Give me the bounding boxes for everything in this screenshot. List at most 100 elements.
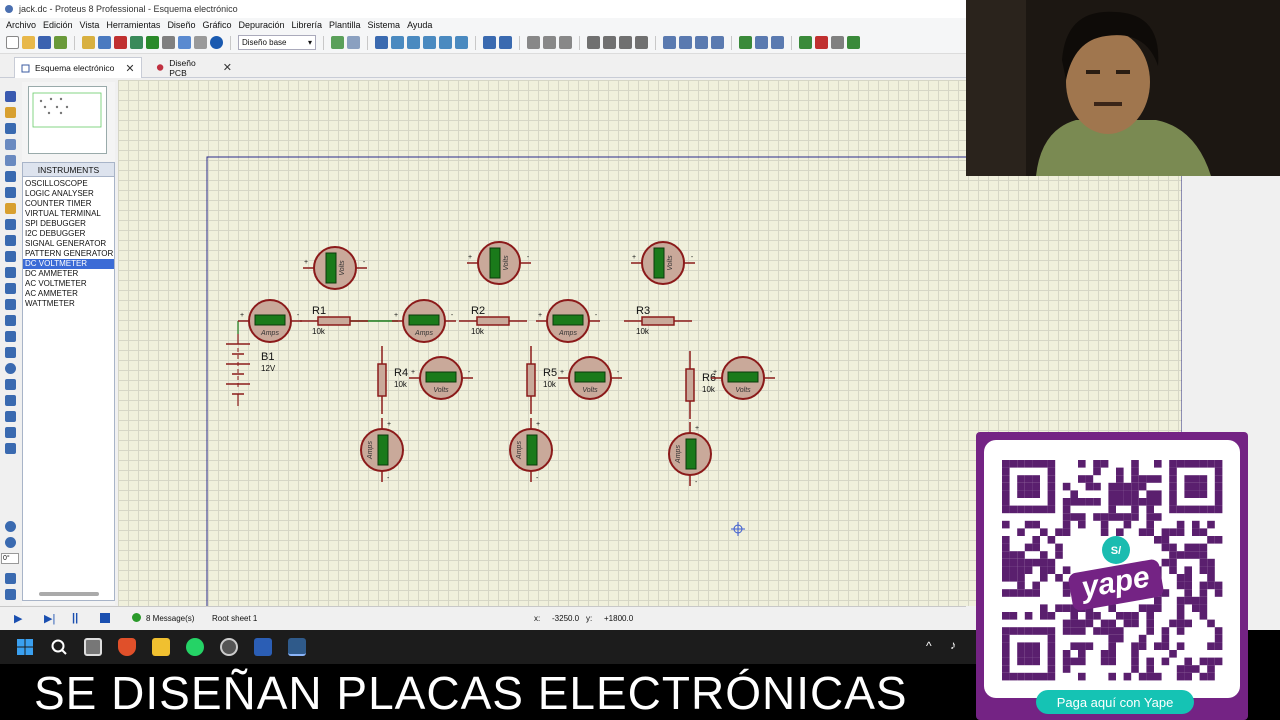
menu-diseno[interactable]: Diseño — [165, 20, 200, 30]
netlist-icon[interactable] — [831, 36, 844, 49]
voltage-probe-icon[interactable] — [5, 283, 16, 294]
instrument-wattmeter[interactable]: WATTMETER — [23, 299, 114, 309]
rotate-clockwise-icon[interactable] — [5, 521, 16, 532]
component-mode-icon[interactable] — [5, 107, 16, 118]
schematic-icon[interactable] — [98, 36, 111, 49]
copy-icon[interactable] — [543, 36, 556, 49]
yape-pay-button[interactable]: Paga aquí con Yape — [1036, 690, 1194, 714]
menu-archivo[interactable]: Archivo — [4, 20, 41, 30]
property-tool-icon[interactable] — [771, 36, 784, 49]
instrument-dc-voltmeter[interactable]: DC VOLTMETER — [23, 259, 114, 269]
home-icon[interactable] — [82, 36, 95, 49]
tab-diseno-pcb[interactable]: Diseño PCB ✕ — [150, 57, 238, 78]
paste-icon[interactable] — [559, 36, 572, 49]
menu-sistema[interactable]: Sistema — [366, 20, 406, 30]
import-icon[interactable] — [54, 36, 67, 49]
chevron-up-icon[interactable]: ^ — [926, 639, 932, 653]
search-icon[interactable] — [50, 638, 68, 656]
packaging-icon[interactable] — [695, 36, 708, 49]
bom-icon[interactable] — [178, 36, 191, 49]
block-delete-icon[interactable] — [635, 36, 648, 49]
2d-arc-icon[interactable] — [5, 379, 16, 390]
zoom-in-icon[interactable] — [407, 36, 420, 49]
2d-circle-icon[interactable] — [5, 363, 16, 374]
wire-label-icon[interactable] — [5, 139, 16, 150]
play-icon[interactable]: ▶ — [14, 612, 22, 625]
menu-ayuda[interactable]: Ayuda — [405, 20, 437, 30]
2d-line-icon[interactable] — [5, 331, 16, 342]
pan-icon[interactable] — [391, 36, 404, 49]
make-device-icon[interactable] — [679, 36, 692, 49]
generator-mode-icon[interactable] — [5, 267, 16, 278]
zoom-out-icon[interactable] — [423, 36, 436, 49]
device-pins-icon[interactable] — [5, 219, 16, 230]
instrument-oscilloscope[interactable]: OSCILLOSCOPE — [23, 179, 114, 189]
rotation-field[interactable]: 0° — [1, 553, 19, 564]
menu-vista[interactable]: Vista — [78, 20, 105, 30]
proteus-taskbar-icon[interactable] — [288, 638, 306, 656]
chatgpt-icon[interactable] — [220, 638, 238, 656]
instrument-counter-timer[interactable]: COUNTER TIMER — [23, 199, 114, 209]
grid-icon[interactable] — [347, 36, 360, 49]
gerber-icon[interactable] — [162, 36, 175, 49]
help-icon[interactable] — [210, 36, 223, 49]
task-view-icon[interactable] — [84, 638, 102, 656]
selection-mode-icon[interactable] — [5, 91, 16, 102]
menu-depuracion[interactable]: Depuración — [236, 20, 289, 30]
undo-icon[interactable] — [483, 36, 496, 49]
mirror-x-icon[interactable] — [5, 573, 16, 584]
3d-view-icon[interactable] — [146, 36, 159, 49]
messages-count[interactable]: 8 Message(s) — [146, 614, 194, 623]
overview-window[interactable] — [28, 86, 107, 154]
cut-icon[interactable] — [527, 36, 540, 49]
menu-grafico[interactable]: Gráfico — [200, 20, 236, 30]
rotate-anticlockwise-icon[interactable] — [5, 537, 16, 548]
block-rotate-icon[interactable] — [619, 36, 632, 49]
instrument-spi-debugger[interactable]: SPI DEBUGGER — [23, 219, 114, 229]
search-tag-icon[interactable] — [755, 36, 768, 49]
wire-autorouter-icon[interactable] — [739, 36, 752, 49]
word-icon[interactable] — [254, 638, 272, 656]
2d-marker-icon[interactable] — [5, 443, 16, 454]
instrument-logic-analyser[interactable]: LOGIC ANALYSER — [23, 189, 114, 199]
menu-edicion[interactable]: Edición — [41, 20, 78, 30]
tab-esquema-electronico[interactable]: Esquema electrónico ✕ — [14, 57, 142, 78]
menu-plantilla[interactable]: Plantilla — [327, 20, 366, 30]
text-script-icon[interactable] — [5, 155, 16, 166]
component-icon[interactable] — [114, 36, 127, 49]
pcb-icon[interactable] — [130, 36, 143, 49]
tape-recorder-icon[interactable] — [5, 251, 16, 262]
instrument-virtual-terminal[interactable]: VIRTUAL TERMINAL — [23, 209, 114, 219]
file-explorer-icon[interactable] — [152, 638, 170, 656]
stop-icon[interactable] — [100, 613, 110, 623]
save-icon[interactable] — [38, 36, 51, 49]
mirror-y-icon[interactable] — [5, 589, 16, 600]
instrument-ac-voltmeter[interactable]: AC VOLTMETER — [23, 279, 114, 289]
electrical-check-icon[interactable] — [847, 36, 860, 49]
menu-libreria[interactable]: Librería — [290, 20, 328, 30]
junction-dot-icon[interactable] — [5, 123, 16, 134]
open-folder-icon[interactable] — [22, 36, 35, 49]
close-icon[interactable]: ✕ — [223, 61, 232, 74]
decompose-icon[interactable] — [711, 36, 724, 49]
virtual-instruments-icon[interactable] — [5, 315, 16, 326]
menu-herramientas[interactable]: Herramientas — [104, 20, 165, 30]
step-icon[interactable]: ▶| — [44, 612, 55, 625]
current-probe-icon[interactable] — [5, 299, 16, 310]
pick-device-icon[interactable] — [663, 36, 676, 49]
2d-text-icon[interactable] — [5, 411, 16, 422]
instruments-list[interactable]: OSCILLOSCOPE LOGIC ANALYSER COUNTER TIME… — [22, 177, 115, 601]
instrument-pattern-generator[interactable]: PATTERN GENERATOR — [23, 249, 114, 259]
origin-icon[interactable] — [375, 36, 388, 49]
instrument-signal-generator[interactable]: SIGNAL GENERATOR — [23, 239, 114, 249]
2d-symbol-icon[interactable] — [5, 427, 16, 438]
terminals-icon[interactable] — [5, 203, 16, 214]
block-move-icon[interactable] — [603, 36, 616, 49]
new-file-icon[interactable] — [6, 36, 19, 49]
close-icon[interactable]: ✕ — [125, 62, 134, 75]
refresh-icon[interactable] — [331, 36, 344, 49]
2d-path-icon[interactable] — [5, 395, 16, 406]
pause-icon[interactable]: || — [72, 612, 78, 624]
instrument-i2c-debugger[interactable]: I2C DEBUGGER — [23, 229, 114, 239]
microphone-icon[interactable]: ♪ — [950, 638, 956, 652]
